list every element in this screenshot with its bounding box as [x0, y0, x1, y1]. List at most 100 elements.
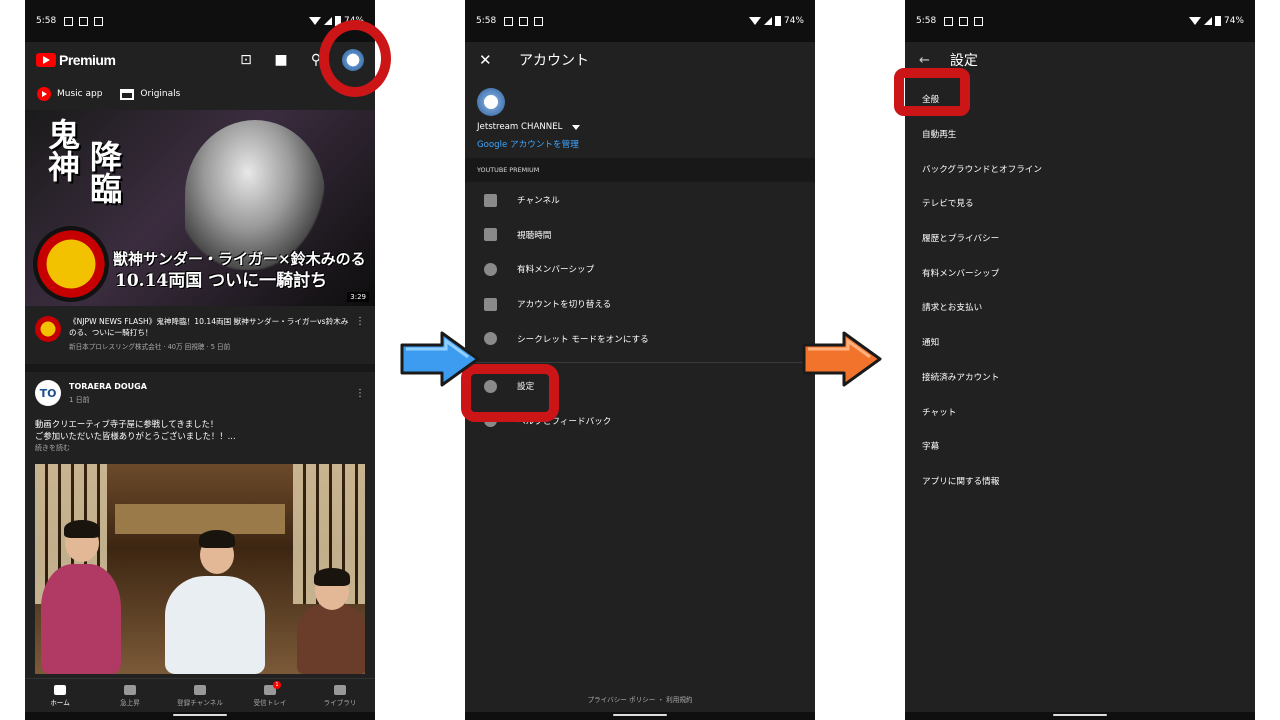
close-icon[interactable]: ✕: [479, 51, 499, 69]
person-icon: [484, 193, 497, 207]
legal-links[interactable]: プライバシー ポリシー ・ 利用規約: [465, 694, 815, 704]
settings-item-notifications[interactable]: 通知: [905, 325, 1255, 360]
gesture-bar: [465, 712, 815, 720]
settings-item-label: 有料メンバーシップ: [922, 268, 1000, 279]
section-header: YOUTUBE PREMIUM: [465, 158, 815, 182]
notification-icon: [519, 16, 529, 26]
settings-item-label: チャット: [922, 407, 957, 418]
settings-item-label: バックグラウンドとオフライン: [922, 164, 1042, 175]
wifi-icon: [308, 17, 321, 25]
notification-icon: [959, 16, 969, 26]
settings-item-background-offline[interactable]: バックグラウンドとオフライン: [905, 151, 1255, 186]
music-app-icon: [37, 87, 51, 101]
menu-label: 有料メンバーシップ: [517, 265, 595, 276]
video-title[interactable]: 《NJPW NEWS FLASH》鬼神降臨！10.14両国 獣神サンダー・ライガ…: [69, 316, 351, 338]
menu-label: シークレット モードをオンにする: [517, 334, 649, 345]
status-bar: 5:58 74%: [905, 0, 1255, 42]
settings-item-about[interactable]: アプリに関する情報: [905, 464, 1255, 499]
inbox-icon: 1: [264, 680, 281, 695]
notification-icon: [94, 16, 104, 26]
menu-item-incognito[interactable]: シークレット モードをオンにする: [465, 321, 815, 356]
avatar: [477, 88, 505, 116]
home-icon: [54, 684, 66, 695]
settings-item-autoplay[interactable]: 自動再生: [905, 117, 1255, 152]
signal-icon: [763, 17, 772, 25]
chevron-down-icon: [572, 124, 581, 130]
cast-icon[interactable]: ⊡: [237, 52, 255, 68]
divider: [465, 361, 815, 363]
wifi-icon: [748, 17, 761, 25]
more-options-icon[interactable]: ⋮: [355, 316, 365, 364]
settings-item-history-privacy[interactable]: 履歴とプライバシー: [905, 221, 1255, 256]
music-app-chip[interactable]: Music app: [37, 87, 102, 101]
brand-name[interactable]: Premium: [59, 52, 116, 68]
settings-item-billing[interactable]: 請求とお支払い: [905, 290, 1255, 325]
settings-list: 全般 自動再生 バックグラウンドとオフライン テレビで見る 履歴とプライバシー …: [905, 78, 1255, 498]
settings-item-paid-memberships[interactable]: 有料メンバーシップ: [905, 255, 1255, 290]
nav-home[interactable]: ホーム: [25, 679, 95, 712]
manage-google-account-link[interactable]: Google アカウントを管理: [477, 138, 803, 150]
arrow-right-icon: [400, 331, 480, 387]
settings-item-connected-accounts[interactable]: 接続済みアカウント: [905, 360, 1255, 395]
read-more-link[interactable]: 続きを読む: [25, 443, 375, 453]
settings-item-label: 接続済みアカウント: [922, 372, 1000, 383]
switch-account-icon: [484, 297, 497, 311]
settings-item-label: テレビで見る: [922, 199, 974, 210]
menu-label: 視聴時間: [517, 230, 552, 241]
settings-item-label: 通知: [922, 338, 940, 349]
page-title: アカウント: [519, 53, 589, 69]
settings-item-label: 履歴とプライバシー: [922, 234, 1000, 245]
settings-item-chat[interactable]: チャット: [905, 394, 1255, 429]
video-camera-icon[interactable]: ■: [272, 52, 290, 68]
flame-icon: [124, 684, 136, 695]
avatar-highlight-circle: [319, 20, 391, 97]
account-user: Jetstream CHANNEL Google アカウントを管理: [465, 78, 815, 158]
nav-label: 急上昇: [120, 698, 140, 707]
account-switcher[interactable]: Jetstream CHANNEL: [477, 122, 803, 132]
video-subtitle: 新日本プロレスリング株式会社 · 40万 回視聴 · 5 日前: [69, 343, 231, 351]
nav-label: ライブラリ: [323, 698, 357, 707]
notification-icon: [79, 16, 89, 26]
nav-trending[interactable]: 急上昇: [95, 679, 165, 712]
settings-item-label: 自動再生: [922, 130, 957, 141]
subscriptions-icon: [194, 684, 206, 695]
incognito-icon: [484, 332, 497, 346]
thumbnail-caption-line: 獣神サンダー・ライガー×鈴木みのる: [113, 250, 366, 268]
settings-item-captions[interactable]: 字幕: [905, 429, 1255, 464]
more-options-icon[interactable]: ⋮: [355, 388, 365, 399]
status-bar: 5:58 74%: [25, 0, 375, 42]
menu-item-watch-time[interactable]: 視聴時間: [465, 218, 815, 253]
chip-bar: Music app Originals: [25, 78, 375, 110]
person-hair: [199, 530, 235, 548]
video-meta[interactable]: 《NJPW NEWS FLASH》鬼神降臨！10.14両国 獣神サンダー・ライガ…: [25, 306, 375, 364]
community-post-header: TO TORAERA DOUGA 1 日前 ⋮: [25, 372, 375, 414]
nav-label: ホーム: [50, 698, 70, 707]
signal-icon: [1203, 17, 1212, 25]
settings-item-label: アプリに関する情報: [922, 476, 1000, 487]
settings-item-watch-on-tv[interactable]: テレビで見る: [905, 186, 1255, 221]
video-thumbnail[interactable]: 鬼神 降臨 獣神サンダー・ライガー×鈴木みのる 10.14両国 ついに一騎討ち …: [25, 110, 375, 306]
post-photo[interactable]: [35, 464, 365, 674]
nav-library[interactable]: ライブラリ: [305, 679, 375, 712]
back-arrow-icon[interactable]: ←: [919, 53, 930, 68]
menu-item-switch-account[interactable]: アカウントを切り替える: [465, 287, 815, 322]
originals-chip[interactable]: Originals: [120, 88, 180, 100]
post-author-avatar[interactable]: TO: [35, 380, 61, 406]
channel-avatar[interactable]: [35, 316, 61, 342]
post-author[interactable]: TORAERA DOUGA: [69, 382, 147, 391]
youtube-logo-icon[interactable]: [36, 53, 56, 67]
thumbnail-kanji: 降臨: [85, 140, 123, 204]
nav-label: 受信トレイ: [253, 698, 287, 707]
nav-subscriptions[interactable]: 登録チャンネル: [165, 679, 235, 712]
menu-item-paid-memberships[interactable]: 有料メンバーシップ: [465, 252, 815, 287]
menu-item-channel[interactable]: チャンネル: [465, 183, 815, 218]
nav-inbox[interactable]: 1 受信トレイ: [235, 679, 305, 712]
home-screen: 5:58 74% Premium ⊡ ■ ⚲ Music app Origina…: [25, 0, 375, 720]
notification-icon: [944, 16, 954, 26]
thumbnail-kanji: 鬼神: [43, 118, 81, 182]
divider: [25, 364, 375, 372]
person-hair: [64, 520, 100, 538]
bar-chart-icon: [484, 228, 497, 242]
nav-label: 登録チャンネル: [177, 698, 223, 707]
thumbnail-caption-line: 10.14両国 ついに一騎討ち: [115, 271, 328, 291]
